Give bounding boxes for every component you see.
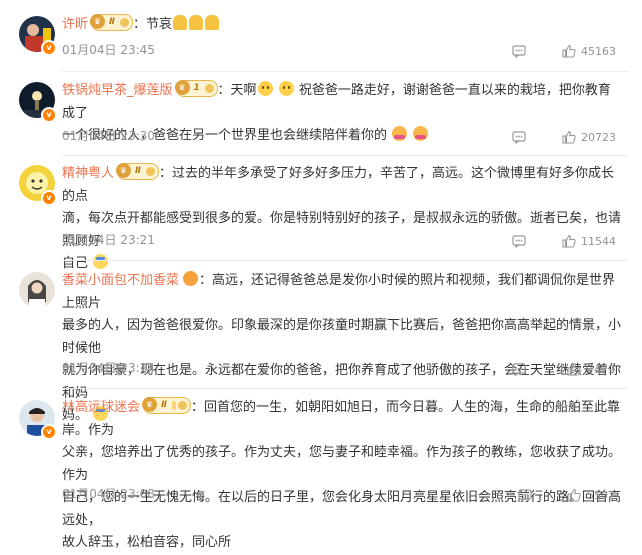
reply-icon[interactable] [512, 361, 526, 377]
comment-username[interactable]: 许昕 [62, 17, 88, 32]
like-icon[interactable] [562, 43, 576, 59]
reply-icon[interactable] [512, 233, 526, 249]
fan-level-badge: ♛ Ⅱ [90, 14, 134, 31]
comment-body: 父亲，您培养出了优秀的孩子。作为丈夫，您与妻子和睦幸福。作为孩子的教练，您收获了… [62, 445, 622, 483]
fan-level-badge: ♛ 1 [174, 80, 218, 97]
cheer-emoji-icon [93, 254, 109, 269]
comment-timestamp: 01月04日 23:45 [62, 43, 155, 57]
badge-tail-icon [146, 167, 156, 176]
badge-separator-icon [172, 401, 177, 410]
reply-icon[interactable] [512, 129, 526, 145]
comment-username[interactable]: 精神粤人 [62, 166, 114, 181]
divider [62, 260, 628, 261]
like-count: 11544 [581, 235, 616, 248]
comment-text: 林高远球迷会 ♛ Ⅱ ：回首您的一生，如朝阳如旭日，而今日暮。人生的海，生命的船舶至此… [62, 397, 622, 555]
reply-icon[interactable] [512, 43, 526, 59]
comment-body: 自己 [62, 256, 89, 271]
pray-emoji-icon [173, 15, 188, 30]
verified-badge-icon: v [41, 190, 57, 206]
comment-username[interactable]: 林高远球迷会 [62, 400, 140, 415]
comment-body: 故人辞玉，松柏音容，同心所 [62, 535, 232, 550]
divider [62, 155, 628, 156]
fan-level-badge: ♛ Ⅱ [142, 397, 192, 414]
pray-emoji-icon [205, 15, 220, 30]
comment-timestamp: 01月04日 23:08 [62, 487, 155, 501]
divider [62, 388, 628, 389]
badge-tail-icon [178, 401, 188, 410]
sad-emoji-icon [257, 81, 273, 96]
badge-tail-icon [204, 84, 214, 93]
reply-icon[interactable] [518, 487, 532, 503]
comment-timestamp: 01月04日 23:30 [62, 129, 155, 143]
crown-icon: ♛ [142, 397, 158, 412]
flower-badge-icon [183, 271, 199, 286]
sad-emoji-icon [278, 81, 294, 96]
like-icon[interactable] [562, 129, 576, 145]
crown-icon: ♛ [174, 80, 190, 95]
comment-body: 最多的人，因为爸爸很爱你。印象最深的是你孩童时期赢下比赛后，爸爸把你高高举起的情… [62, 318, 622, 356]
crown-icon: ♛ [90, 14, 106, 29]
like-count: 5502 [587, 489, 615, 502]
verified-badge-icon: v [41, 107, 57, 123]
like-count: 20723 [581, 131, 616, 144]
avatar[interactable] [19, 272, 55, 308]
comment-text: 精神粤人 ♛ Ⅱ ：过去的半年多承受了好多好多压力，辛苦了，高远。这个微博里有好多你成… [62, 163, 622, 276]
verified-badge-icon: v [41, 424, 57, 440]
comment-body: ：天啊 [217, 83, 257, 98]
pray-emoji-icon [189, 15, 204, 30]
verified-badge-icon: v [41, 40, 57, 56]
comment-username[interactable]: 铁锅炖早茶_爆莲版 [62, 83, 173, 98]
like-icon[interactable] [562, 233, 576, 249]
fan-level-badge: ♛ Ⅱ [116, 163, 160, 180]
comment-text: 许昕 ♛ Ⅱ ：节哀 [62, 14, 622, 37]
like-count: 7479 [587, 363, 615, 376]
crown-icon: ♛ [116, 163, 132, 178]
comment-timestamp: 01月04日 23:14 [62, 361, 155, 375]
like-icon[interactable] [567, 487, 581, 503]
like-icon[interactable] [567, 361, 581, 377]
divider [62, 71, 628, 72]
comment-body: ：节哀 [133, 17, 173, 32]
hug-emoji-icon [392, 126, 408, 141]
hug-emoji-icon [413, 126, 429, 141]
like-count: 45163 [581, 45, 616, 58]
badge-tail-icon [120, 18, 130, 27]
comment-timestamp: 01月04日 23:21 [62, 233, 155, 247]
comment-username[interactable]: 香菜小面包不加香菜 [62, 273, 179, 288]
